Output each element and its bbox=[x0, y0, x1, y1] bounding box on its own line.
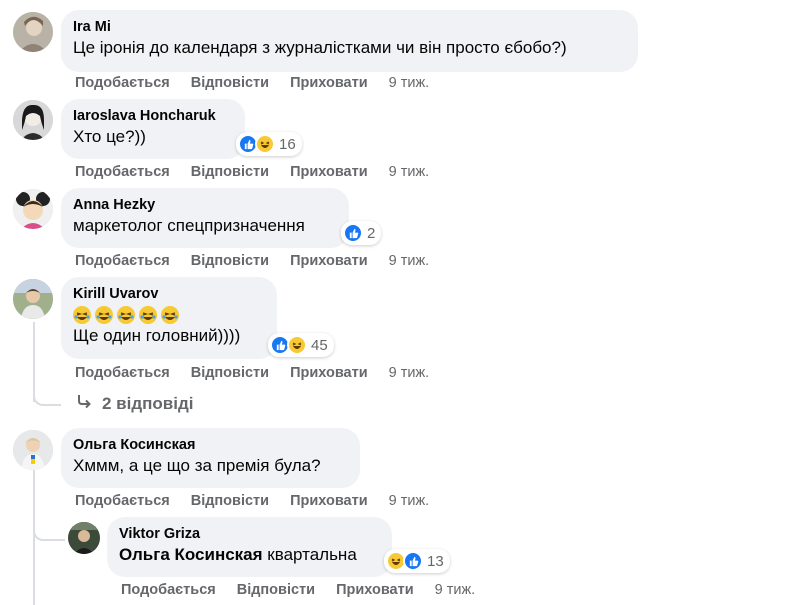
laughing-emoji-icon bbox=[161, 306, 179, 324]
hide-button[interactable]: Приховати bbox=[290, 492, 368, 510]
reply-body: квартальна bbox=[262, 545, 357, 564]
haha-icon bbox=[255, 134, 275, 154]
avatar[interactable] bbox=[13, 189, 53, 229]
reply-author[interactable]: Viktor Griza bbox=[119, 525, 380, 544]
like-button[interactable]: Подобається bbox=[75, 74, 170, 92]
comment-time[interactable]: 9 тиж. bbox=[389, 163, 430, 181]
laughing-emoji-icon bbox=[139, 306, 157, 324]
mention-link[interactable]: Ольга Косинская bbox=[119, 545, 263, 564]
reaction-count: 16 bbox=[279, 135, 296, 153]
comment-bubble: Kirill Uvarov Ще один головний)))) bbox=[61, 277, 277, 359]
emoji-row bbox=[73, 306, 265, 324]
reply-button[interactable]: Відповісти bbox=[191, 74, 269, 92]
avatar[interactable] bbox=[13, 279, 53, 319]
hide-button[interactable]: Приховати bbox=[290, 74, 368, 92]
view-replies-link[interactable]: 2 відповіді bbox=[76, 393, 193, 414]
comment-actions: Подобається Відповісти Приховати 9 тиж. bbox=[75, 74, 450, 92]
reaction-count: 13 bbox=[427, 552, 444, 570]
avatar[interactable] bbox=[13, 430, 53, 470]
hide-button[interactable]: Приховати bbox=[290, 252, 368, 270]
comment-time[interactable]: 9 тиж. bbox=[389, 74, 430, 92]
hide-button[interactable]: Приховати bbox=[336, 581, 414, 599]
reply-bubble: Viktor Griza Ольга Косинская квартальна bbox=[107, 517, 392, 577]
reaction-summary[interactable]: 2 bbox=[341, 221, 382, 245]
like-icon bbox=[403, 551, 423, 571]
reply-button[interactable]: Відповісти bbox=[191, 252, 269, 270]
avatar[interactable] bbox=[68, 522, 100, 554]
comment-author[interactable]: Ольга Косинская bbox=[73, 436, 348, 455]
reply-time[interactable]: 9 тиж. bbox=[435, 581, 476, 599]
comment-time[interactable]: 9 тиж. bbox=[389, 364, 430, 382]
thread-curve bbox=[33, 388, 61, 406]
like-button[interactable]: Подобається bbox=[75, 492, 170, 510]
comment-bubble: Ольга Косинская Хммм, а це що за премія … bbox=[61, 428, 360, 488]
comment-actions: Подобається Відповісти Приховати 9 тиж. bbox=[75, 364, 450, 382]
reply-button[interactable]: Відповісти bbox=[191, 364, 269, 382]
reaction-summary[interactable]: 16 bbox=[236, 132, 302, 156]
laughing-emoji-icon bbox=[117, 306, 135, 324]
reply-button[interactable]: Відповісти bbox=[191, 492, 269, 510]
reply-button[interactable]: Відповісти bbox=[237, 581, 315, 599]
replies-count-label[interactable]: 2 відповіді bbox=[102, 394, 193, 414]
reply-actions: Подобається Відповісти Приховати 9 тиж. bbox=[121, 581, 496, 599]
comment-actions: Подобається Відповісти Приховати 9 тиж. bbox=[75, 252, 450, 270]
reaction-summary[interactable]: 45 bbox=[268, 333, 334, 357]
comment-author[interactable]: Iaroslava Honcharuk bbox=[73, 107, 233, 126]
reaction-count: 2 bbox=[367, 224, 376, 242]
like-button[interactable]: Подобається bbox=[75, 252, 170, 270]
reply-arrow-icon bbox=[76, 393, 92, 414]
comment-actions: Подобається Відповісти Приховати 9 тиж. bbox=[75, 163, 450, 181]
thread-curve bbox=[33, 523, 65, 541]
comment-text: Хто це?)) bbox=[73, 127, 146, 146]
laughing-emoji-icon bbox=[73, 306, 91, 324]
comment-text: Хммм, а це що за премія була? bbox=[73, 456, 321, 475]
avatar[interactable] bbox=[13, 12, 53, 52]
reaction-count: 45 bbox=[311, 336, 328, 354]
comment-author[interactable]: Ira Mi bbox=[73, 18, 626, 37]
reply-text: Ольга Косинская квартальна bbox=[119, 544, 380, 566]
comment-author[interactable]: Anna Hezky bbox=[73, 196, 337, 215]
reaction-summary[interactable]: 13 bbox=[384, 549, 450, 573]
like-button[interactable]: Подобається bbox=[75, 163, 170, 181]
comment-actions: Подобається Відповісти Приховати 9 тиж. bbox=[75, 492, 450, 510]
hide-button[interactable]: Приховати bbox=[290, 163, 368, 181]
like-button[interactable]: Подобається bbox=[121, 581, 216, 599]
laughing-emoji-icon bbox=[95, 306, 113, 324]
comment-text: Ще один головний)))) bbox=[73, 326, 241, 345]
comment-bubble: Ira Mi Це іронія до календаря з журналіс… bbox=[61, 10, 638, 72]
like-icon bbox=[343, 223, 363, 243]
comment-bubble: Anna Hezky маркетолог спецпризначення bbox=[61, 188, 349, 248]
haha-icon bbox=[287, 335, 307, 355]
comment-time[interactable]: 9 тиж. bbox=[389, 492, 430, 510]
comment-time[interactable]: 9 тиж. bbox=[389, 252, 430, 270]
reply-button[interactable]: Відповісти bbox=[191, 163, 269, 181]
comment-text: Це іронія до календаря з журналістками ч… bbox=[73, 38, 567, 57]
avatar[interactable] bbox=[13, 100, 53, 140]
comment-author[interactable]: Kirill Uvarov bbox=[73, 285, 265, 304]
comment-text: маркетолог спецпризначення bbox=[73, 216, 305, 235]
hide-button[interactable]: Приховати bbox=[290, 364, 368, 382]
comment-bubble: Iaroslava Honcharuk Хто це?)) bbox=[61, 99, 245, 159]
like-button[interactable]: Подобається bbox=[75, 364, 170, 382]
